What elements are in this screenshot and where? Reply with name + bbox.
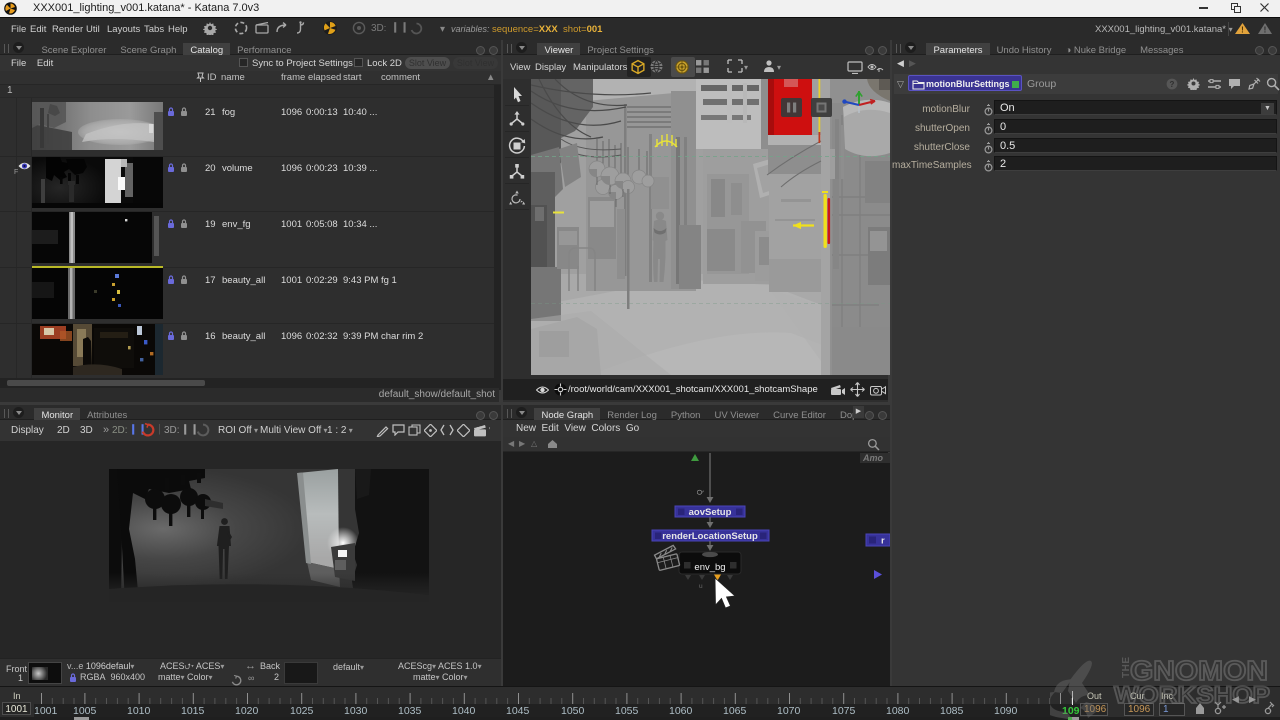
svg-text:r: r	[881, 536, 885, 547]
svg-text:aovSetup: aovSetup	[689, 507, 732, 518]
svg-text:?: ?	[1170, 80, 1175, 89]
svg-text:!: !	[1264, 26, 1267, 35]
svg-text:renderLocationSetup: renderLocationSetup	[662, 531, 758, 542]
svg-text:▾: ▾	[489, 426, 490, 433]
svg-text:!: !	[1241, 26, 1244, 35]
svg-text:Amo: Amo	[862, 453, 884, 463]
svg-text:u: u	[699, 583, 703, 590]
svg-text:Q: Q	[697, 489, 704, 495]
svg-text:env_bg: env_bg	[694, 562, 725, 573]
